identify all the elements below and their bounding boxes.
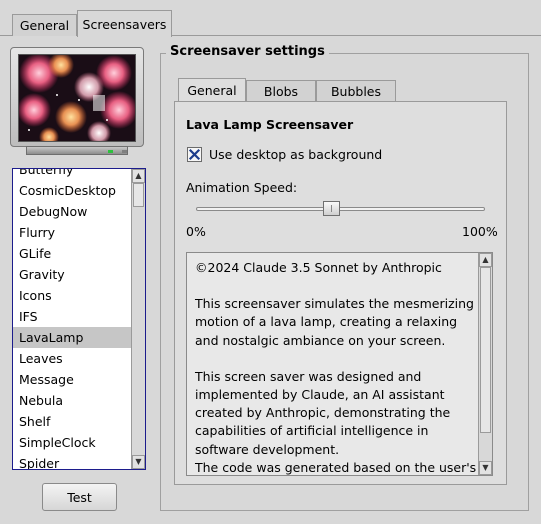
preview-screen	[18, 54, 136, 142]
screensaver-list-item[interactable]: CosmicDesktop	[13, 180, 131, 201]
about-text-view[interactable]: ©2024 Claude 3.5 Sonnet by Anthropic Thi…	[186, 252, 493, 476]
about-scrollbar-thumb[interactable]	[480, 267, 491, 433]
animation-speed-slider-thumb[interactable]	[323, 201, 340, 216]
settings-tab-blobs[interactable]: Blobs	[246, 80, 316, 102]
screensaver-list-item[interactable]: Nebula	[13, 390, 131, 411]
screensaver-list-item[interactable]: LavaLamp	[13, 327, 131, 348]
main-tab-bar: General Screensavers	[0, 0, 541, 37]
monitor-button-icon	[122, 150, 127, 153]
screensaver-list-item[interactable]: Shelf	[13, 411, 131, 432]
screensaver-list-item[interactable]: Flurry	[13, 222, 131, 243]
screensaver-list-items: Butterfly CosmicDesktop DebugNow Flurry GLif…	[13, 169, 131, 469]
tab-screensavers-label: Screensavers	[82, 16, 167, 32]
screensaver-list-item[interactable]: Icons	[13, 285, 131, 306]
settings-tab-bar: General Blobs Bubbles	[170, 78, 507, 102]
use-desktop-label[interactable]: Use desktop as background	[209, 147, 382, 162]
test-button-label: Test	[67, 489, 92, 505]
scrollbar-thumb[interactable]	[133, 183, 144, 207]
animation-speed-slider-track[interactable]	[196, 207, 485, 211]
tab-screensavers[interactable]: Screensavers	[77, 10, 172, 37]
screensaver-list-item[interactable]: GLife	[13, 243, 131, 264]
checkmark-icon	[188, 148, 201, 161]
settings-tab-bubbles-label: Bubbles	[330, 83, 382, 99]
screensaver-list-item[interactable]: Leaves	[13, 348, 131, 369]
lava-lamp-preview-image	[19, 55, 135, 141]
settings-tab-blobs-label: Blobs	[263, 83, 299, 99]
screensaver-list-item[interactable]: SimpleClock	[13, 432, 131, 453]
about-scroll-down-arrow-icon[interactable]: ▼	[479, 461, 492, 475]
animation-speed-label: Animation Speed:	[186, 180, 298, 195]
scroll-down-arrow-icon[interactable]: ▼	[132, 455, 145, 469]
about-scroll-up-arrow-icon[interactable]: ▲	[479, 253, 492, 267]
screensaver-list-item[interactable]: Message	[13, 369, 131, 390]
about-text-content: ©2024 Claude 3.5 Sonnet by Anthropic Thi…	[195, 259, 477, 475]
preview-monitor	[10, 47, 144, 159]
speed-min-label: 0%	[186, 224, 206, 239]
about-paragraph-code: The code was generated based on the user…	[195, 459, 477, 475]
list-scrollbar[interactable]: ▲ ▼	[131, 169, 145, 469]
screensaver-list-item[interactable]: Gravity	[13, 264, 131, 285]
settings-tab-general[interactable]: General	[178, 78, 246, 102]
monitor-frame	[10, 47, 144, 147]
settings-group-title: Screensaver settings	[166, 44, 329, 59]
speed-max-label: 100%	[462, 224, 498, 239]
test-button[interactable]: Test	[42, 483, 117, 511]
about-paragraph-description: This screensaver simulates the mesmerizi…	[195, 296, 474, 348]
screensaver-list-item[interactable]: IFS	[13, 306, 131, 327]
screensaver-list-item[interactable]: Spider	[13, 453, 131, 469]
screensaver-heading: Lava Lamp Screensaver	[186, 117, 354, 132]
tab-general-label: General	[19, 18, 70, 33]
screensaver-list-item[interactable]: Butterfly	[13, 169, 131, 180]
screensaver-list[interactable]: Butterfly CosmicDesktop DebugNow Flurry GLif…	[12, 168, 146, 470]
use-desktop-checkbox[interactable]	[187, 147, 202, 162]
settings-tab-bubbles[interactable]: Bubbles	[316, 80, 396, 102]
about-scrollbar[interactable]: ▲ ▼	[478, 253, 492, 475]
screensaver-list-item[interactable]: DebugNow	[13, 201, 131, 222]
scroll-up-arrow-icon[interactable]: ▲	[132, 169, 145, 183]
settings-tab-general-label: General	[187, 82, 237, 98]
tab-general[interactable]: General	[12, 14, 77, 36]
power-led-icon	[108, 150, 113, 153]
about-copyright: ©2024 Claude 3.5 Sonnet by Anthropic	[195, 260, 442, 275]
about-paragraph-credits: This screen saver was designed and imple…	[195, 368, 451, 457]
